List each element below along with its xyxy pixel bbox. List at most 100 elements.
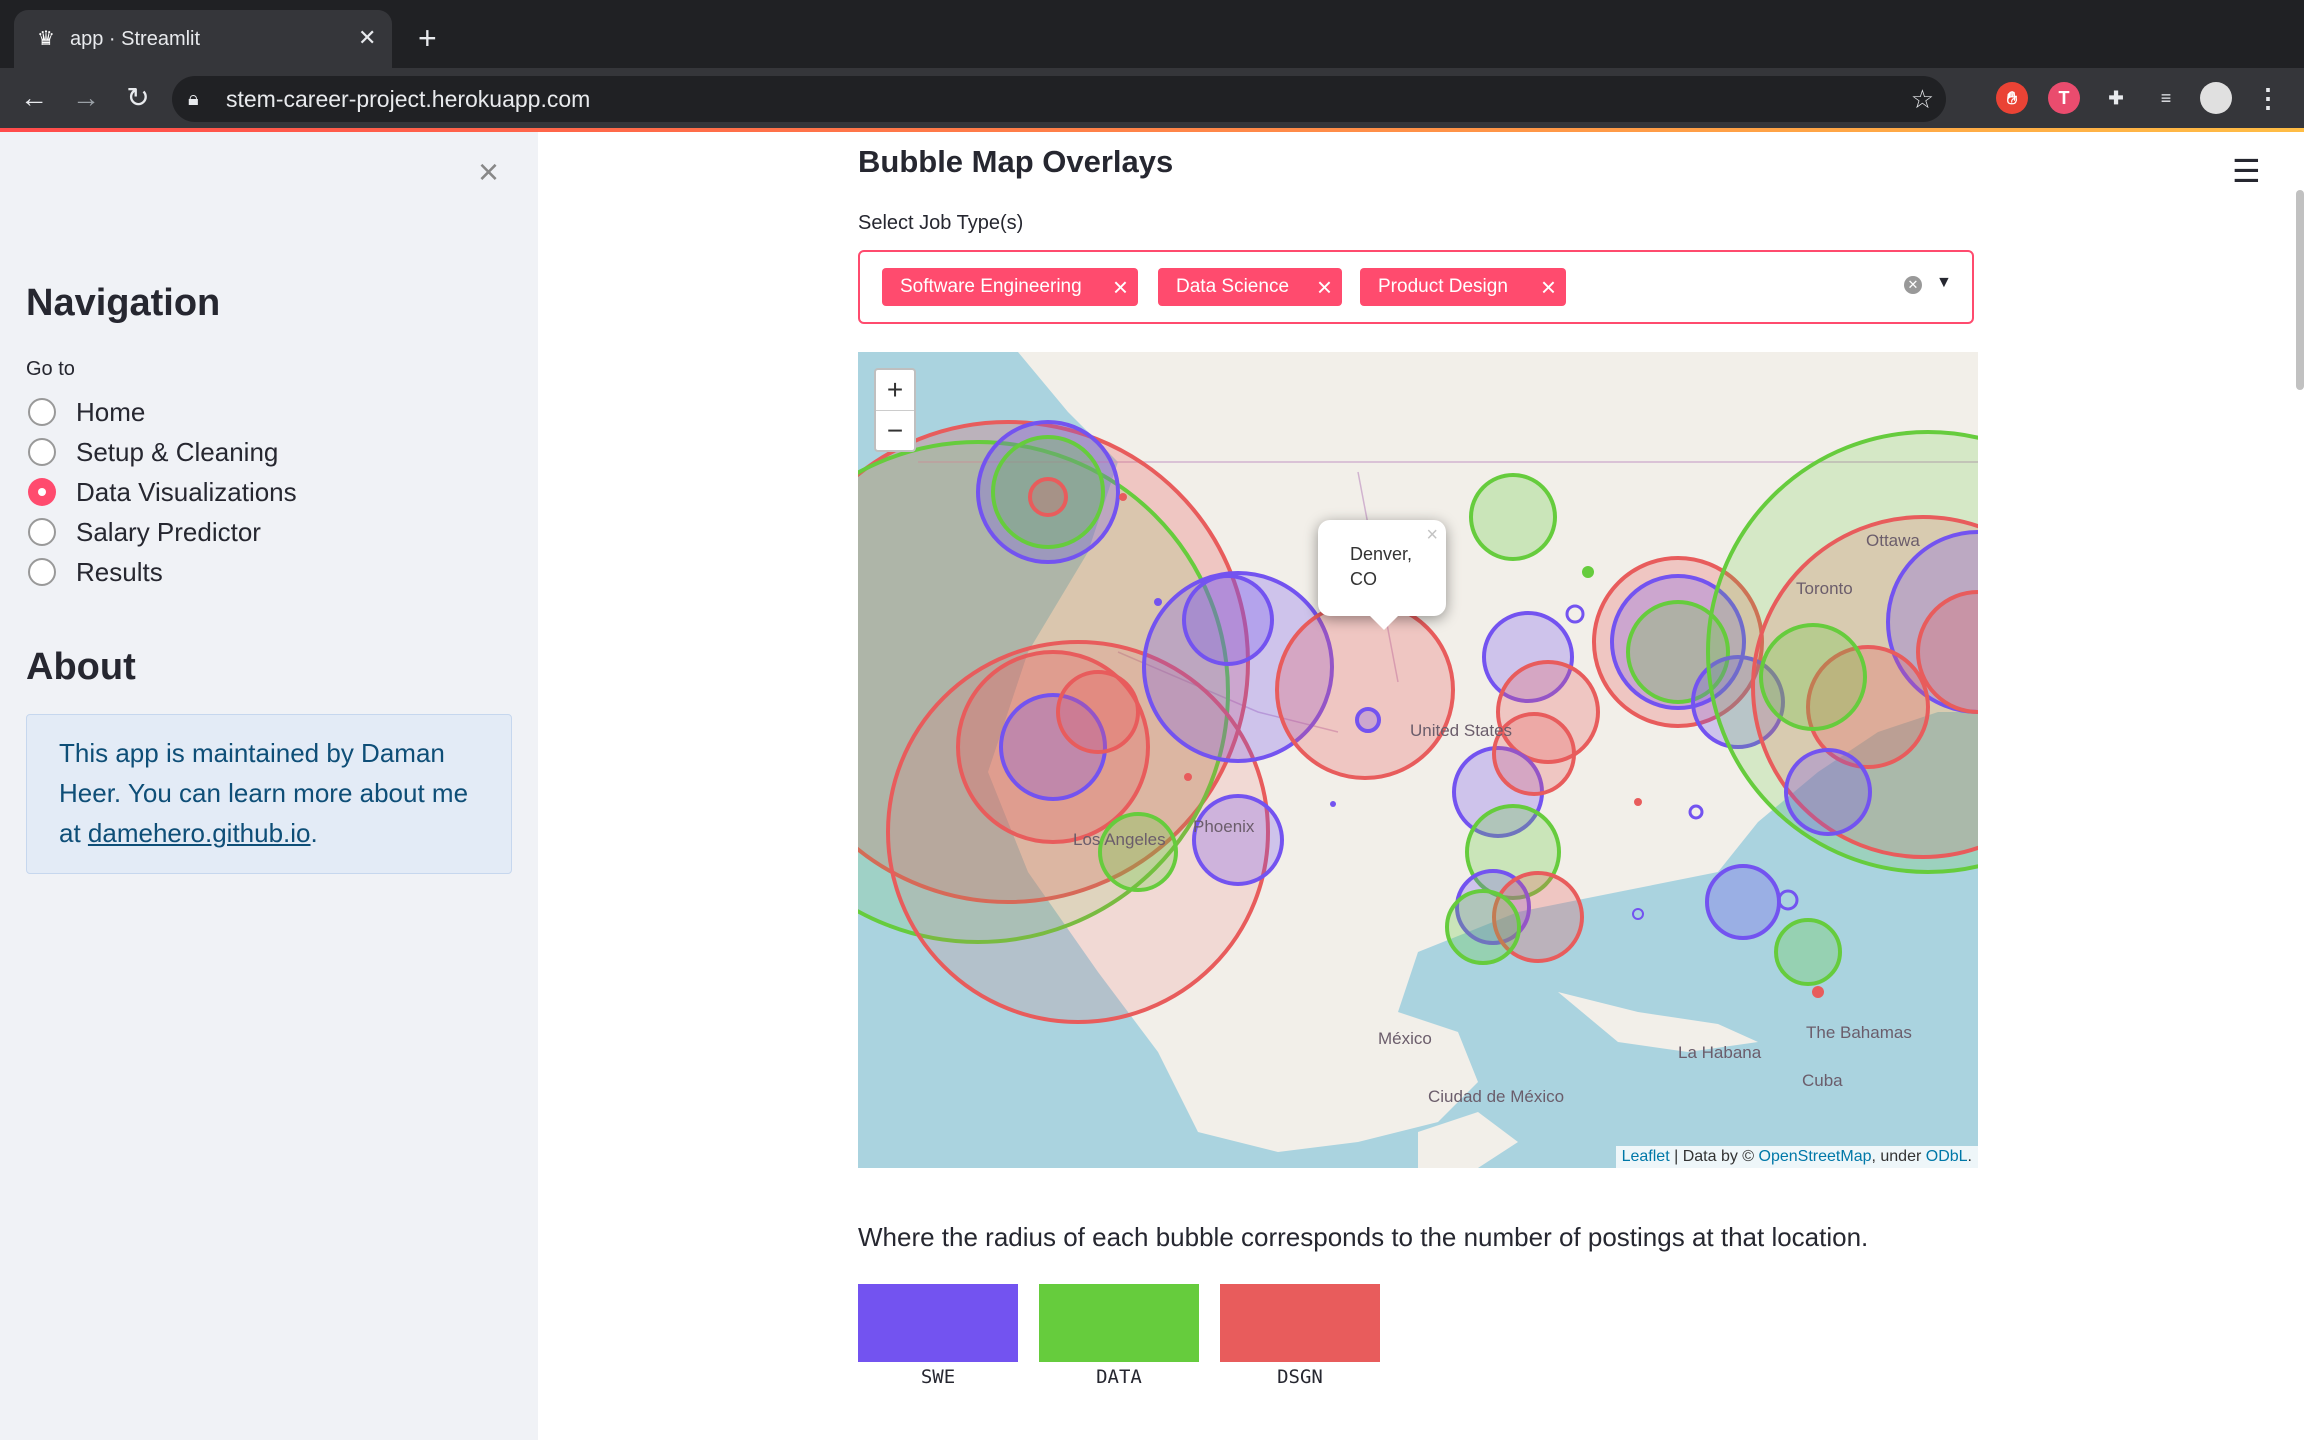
zoom-out-button[interactable]: − bbox=[876, 411, 914, 451]
profile-avatar-icon[interactable] bbox=[2200, 82, 2232, 114]
attribution-text: . bbox=[1967, 1148, 1972, 1165]
bookmark-star-icon[interactable]: ☆ bbox=[1911, 84, 1934, 114]
browser-menu-icon[interactable]: ⋮ bbox=[2252, 82, 2284, 114]
radio-circle-icon[interactable] bbox=[28, 438, 56, 466]
bubble-dsgn[interactable] bbox=[1028, 477, 1068, 517]
chip-label: Software Engineering bbox=[900, 276, 1082, 297]
tab-close-icon[interactable]: ✕ bbox=[358, 24, 376, 52]
map-label: The Bahamas bbox=[1806, 1023, 1912, 1042]
bubble-dot[interactable] bbox=[1634, 798, 1642, 806]
zoom-in-button[interactable]: + bbox=[876, 370, 914, 411]
map-label: Phoenix bbox=[1193, 817, 1255, 836]
bubble-dot[interactable] bbox=[1632, 908, 1644, 920]
map-label: Los Angeles bbox=[1073, 830, 1166, 849]
page-scrollbar[interactable] bbox=[2296, 190, 2304, 390]
bubble-dot[interactable] bbox=[1330, 801, 1336, 807]
bubble-data[interactable] bbox=[1759, 623, 1867, 731]
bubble-swe[interactable] bbox=[1182, 574, 1274, 666]
dropdown-arrow-icon[interactable]: ▼ bbox=[1936, 274, 1952, 292]
chip-remove-icon[interactable]: × bbox=[1541, 268, 1556, 306]
attribution-text: | Data by © bbox=[1669, 1148, 1759, 1165]
browser-tab-strip: ♛ app · Streamlit ✕ + bbox=[0, 0, 2304, 68]
extensions-puzzle-icon[interactable]: ✚ bbox=[2100, 82, 2132, 114]
leaflet-link[interactable]: Leaflet bbox=[1622, 1148, 1670, 1165]
legend-swatch-data bbox=[1039, 1284, 1199, 1362]
radio-data-visualizations[interactable]: Data Visualizations bbox=[28, 476, 568, 512]
bubble-data[interactable] bbox=[1445, 889, 1521, 965]
popup-text: Denver, CO bbox=[1350, 542, 1412, 592]
forward-arrow-icon[interactable]: → bbox=[68, 80, 104, 116]
map-attribution: Leaflet | Data by © OpenStreetMap, under… bbox=[1615, 1146, 1978, 1168]
bubble-swe[interactable] bbox=[1784, 748, 1872, 836]
odbl-link[interactable]: ODbL bbox=[1926, 1148, 1968, 1165]
clear-all-icon[interactable]: ✕ bbox=[1904, 276, 1922, 294]
zoom-control: + − bbox=[874, 368, 916, 452]
bubble-swe[interactable] bbox=[1705, 864, 1781, 940]
map-label: Ciudad de México bbox=[1428, 1087, 1564, 1106]
map-label: México bbox=[1378, 1029, 1432, 1048]
radio-home[interactable]: Home bbox=[28, 396, 568, 432]
bubble-dot[interactable] bbox=[1119, 493, 1127, 501]
bubble-data[interactable] bbox=[1774, 918, 1842, 986]
map-popup: Denver, CO × bbox=[1318, 520, 1446, 630]
radio-selected-icon[interactable] bbox=[28, 478, 56, 506]
about-heading: About bbox=[26, 646, 136, 688]
chip-remove-icon[interactable]: × bbox=[1113, 268, 1128, 306]
new-tab-button[interactable]: + bbox=[418, 20, 437, 56]
bubble-dot[interactable] bbox=[1812, 986, 1824, 998]
radio-circle-icon[interactable] bbox=[28, 398, 56, 426]
popup-city: Denver, bbox=[1350, 544, 1413, 564]
bubble-data[interactable] bbox=[1098, 812, 1178, 892]
goto-label: Go to bbox=[26, 358, 75, 380]
bubble-dot[interactable] bbox=[1184, 773, 1192, 781]
osm-link[interactable]: OpenStreetMap bbox=[1759, 1148, 1872, 1165]
chip-remove-icon[interactable]: × bbox=[1317, 268, 1332, 306]
tab-title: app · Streamlit bbox=[70, 28, 201, 50]
streamlit-crown-icon: ♛ bbox=[37, 28, 55, 50]
radio-results[interactable]: Results bbox=[28, 556, 568, 592]
address-bar[interactable]: 🔒︎ stem-career-project.herokuapp.com ☆ bbox=[172, 76, 1946, 122]
legend-label-data: DATA bbox=[1096, 1366, 1142, 1388]
radio-setup-cleaning[interactable]: Setup & Cleaning bbox=[28, 436, 568, 472]
sidebar: × Navigation Go to Home Setup & Cleaning… bbox=[0, 132, 538, 1440]
map-label: Cuba bbox=[1802, 1071, 1843, 1090]
extension-t-icon[interactable]: T bbox=[2048, 82, 2080, 114]
about-link[interactable]: damehero.github.io bbox=[88, 818, 311, 848]
radio-circle-icon[interactable] bbox=[28, 558, 56, 586]
legend-swatch-dsgn bbox=[1220, 1284, 1380, 1362]
back-arrow-icon[interactable]: ← bbox=[16, 80, 52, 116]
map-caption: Where the radius of each bubble correspo… bbox=[858, 1222, 1869, 1252]
browser-toolbar: ← → ↻ 🔒︎ stem-career-project.herokuapp.c… bbox=[0, 68, 2304, 130]
radio-label: Setup & Cleaning bbox=[76, 437, 279, 467]
page-title: Bubble Map Overlays bbox=[858, 144, 1174, 179]
popup-close-icon[interactable]: × bbox=[1426, 524, 1438, 547]
bubble-data[interactable] bbox=[1469, 473, 1557, 561]
sidebar-close-icon[interactable]: × bbox=[478, 152, 499, 192]
extension-stop-icon[interactable]: ✋︎ bbox=[1996, 82, 2028, 114]
hamburger-menu-icon[interactable]: ☰ bbox=[2232, 152, 2261, 190]
bubble-swe[interactable] bbox=[1192, 794, 1284, 886]
browser-tab[interactable]: ♛ app · Streamlit ✕ bbox=[14, 10, 392, 68]
bubble-dsgn[interactable] bbox=[1275, 600, 1455, 780]
chip-label: Data Science bbox=[1176, 276, 1290, 297]
chip-data-science: Data Science × bbox=[1158, 268, 1342, 306]
url-text[interactable]: stem-career-project.herokuapp.com bbox=[226, 86, 590, 112]
map-label: La Habana bbox=[1678, 1043, 1762, 1062]
bubble-map[interactable]: Ottawa Toronto United States Los Angeles… bbox=[858, 352, 1978, 1168]
bubble-dot[interactable] bbox=[1582, 566, 1594, 578]
chip-label: Product Design bbox=[1378, 276, 1508, 297]
radio-circle-icon[interactable] bbox=[28, 518, 56, 546]
bubble-dot[interactable] bbox=[1777, 889, 1799, 911]
radio-salary-predictor[interactable]: Salary Predictor bbox=[28, 516, 568, 552]
bubble-swe[interactable] bbox=[1355, 707, 1381, 733]
reload-icon[interactable]: ↻ bbox=[120, 80, 156, 116]
bubble-dsgn[interactable] bbox=[1056, 670, 1140, 754]
bubble-dot[interactable] bbox=[1154, 598, 1162, 606]
map-label: Toronto bbox=[1796, 579, 1853, 598]
lock-icon: 🔒︎ bbox=[188, 88, 199, 110]
job-type-multiselect[interactable]: Software Engineering × Data Science × Pr… bbox=[858, 250, 1974, 324]
map-label: Ottawa bbox=[1866, 531, 1920, 550]
chip-product-design: Product Design × bbox=[1360, 268, 1566, 306]
media-queue-icon[interactable]: ≡ bbox=[2150, 82, 2182, 114]
navigation-heading: Navigation bbox=[26, 282, 221, 324]
